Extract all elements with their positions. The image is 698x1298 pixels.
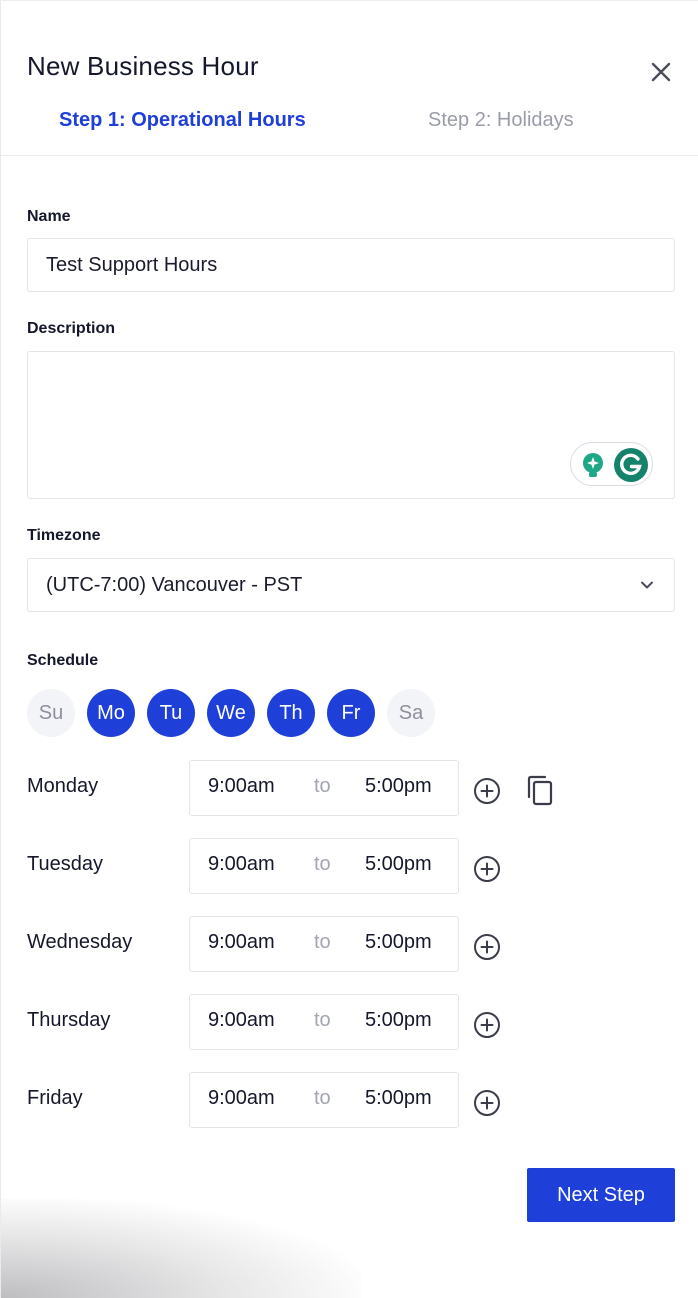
- next-step-button[interactable]: Next Step: [527, 1168, 675, 1222]
- day-toggle-tuesday[interactable]: Tu: [147, 689, 195, 737]
- time-range: 9:00am to 5:00pm: [189, 760, 459, 816]
- time-range: 9:00am to 5:00pm: [189, 994, 459, 1050]
- tab-holidays[interactable]: Step 2: Holidays: [428, 109, 574, 132]
- timezone-value: (UTC-7:00) Vancouver - PST: [46, 573, 303, 596]
- lightbulb-icon[interactable]: [581, 452, 605, 480]
- start-time[interactable]: 9:00am: [208, 853, 275, 876]
- chevron-down-icon: [641, 581, 653, 589]
- day-toggle-wednesday[interactable]: We: [207, 689, 255, 737]
- start-time[interactable]: 9:00am: [208, 931, 275, 954]
- time-separator: to: [314, 1087, 331, 1109]
- name-label: Name: [27, 208, 71, 225]
- schedule-day-label: Tuesday: [27, 853, 103, 875]
- grammarly-icon[interactable]: [614, 448, 648, 482]
- corner-shadow: [1, 1199, 361, 1298]
- end-time[interactable]: 5:00pm: [365, 1087, 432, 1110]
- grammarly-widget[interactable]: [570, 442, 653, 486]
- timezone-label: Timezone: [27, 527, 101, 544]
- day-toggle-sunday[interactable]: Su: [27, 689, 75, 737]
- time-separator: to: [314, 931, 331, 953]
- end-time[interactable]: 5:00pm: [365, 931, 432, 954]
- time-range: 9:00am to 5:00pm: [189, 838, 459, 894]
- add-circle-icon[interactable]: [473, 777, 501, 805]
- end-time[interactable]: 5:00pm: [365, 853, 432, 876]
- schedule-day-label: Wednesday: [27, 931, 133, 953]
- time-separator: to: [314, 853, 331, 875]
- time-separator: to: [314, 775, 331, 797]
- add-circle-icon[interactable]: [473, 855, 501, 883]
- start-time[interactable]: 9:00am: [208, 1009, 275, 1032]
- end-time[interactable]: 5:00pm: [365, 775, 432, 798]
- copy-icon[interactable]: [525, 775, 555, 807]
- panel-title: New Business Hour: [27, 51, 259, 81]
- timezone-select[interactable]: (UTC-7:00) Vancouver - PST: [27, 558, 675, 612]
- time-separator: to: [314, 1009, 331, 1031]
- day-toggle-monday[interactable]: Mo: [87, 689, 135, 737]
- close-icon[interactable]: [647, 58, 675, 86]
- panel-header: New Business Hour Step 1: Operational Ho…: [1, 1, 698, 156]
- name-field[interactable]: Test Support Hours: [27, 238, 675, 292]
- schedule-label: Schedule: [27, 652, 99, 669]
- start-time[interactable]: 9:00am: [208, 1087, 275, 1110]
- end-time[interactable]: 5:00pm: [365, 1009, 432, 1032]
- day-toggle-thursday[interactable]: Th: [267, 689, 315, 737]
- time-range: 9:00am to 5:00pm: [189, 916, 459, 972]
- schedule-day-label: Thursday: [27, 1009, 111, 1031]
- start-time[interactable]: 9:00am: [208, 775, 275, 798]
- description-label: Description: [27, 320, 116, 337]
- add-circle-icon[interactable]: [473, 1089, 501, 1117]
- add-circle-icon[interactable]: [473, 933, 501, 961]
- business-hour-panel: New Business Hour Step 1: Operational Ho…: [0, 0, 698, 1298]
- time-range: 9:00am to 5:00pm: [189, 1072, 459, 1128]
- add-circle-icon[interactable]: [473, 1011, 501, 1039]
- schedule-day-label: Friday: [27, 1087, 83, 1109]
- schedule-day-label: Monday: [27, 775, 99, 797]
- day-toggle-friday[interactable]: Fr: [327, 689, 375, 737]
- day-toggle-saturday[interactable]: Sa: [387, 689, 435, 737]
- tab-operational-hours[interactable]: Step 1: Operational Hours: [59, 109, 306, 132]
